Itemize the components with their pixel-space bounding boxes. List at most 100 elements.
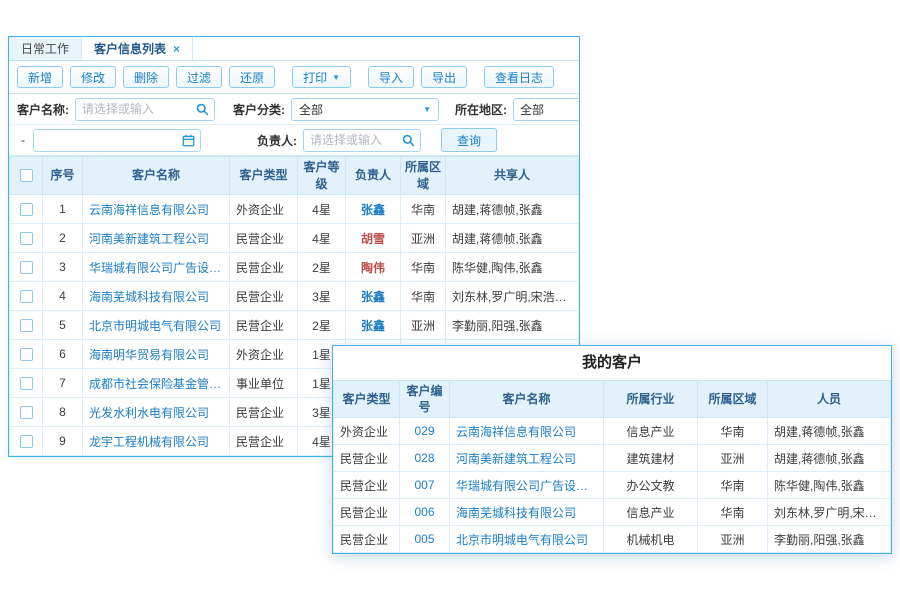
customer-type: 外资企业 xyxy=(230,195,298,224)
owner[interactable]: 张鑫 xyxy=(346,311,401,340)
row-no: 2 xyxy=(43,224,83,253)
add-button[interactable]: 新增 xyxy=(17,66,63,88)
region: 华南 xyxy=(401,282,446,311)
my-customer-row[interactable]: 民营企业 006 海南芜城科技有限公司 信息产业 华南 刘东林,罗广明,宋浩然.… xyxy=(334,499,891,526)
header-owner: 负责人 xyxy=(346,157,401,195)
filter-row-2: - 负责人: 查询 xyxy=(9,125,579,156)
close-tab-icon[interactable]: × xyxy=(173,42,180,56)
header-region: 所属区域 xyxy=(698,381,768,418)
district-input[interactable] xyxy=(513,98,579,121)
owner[interactable]: 陶伟 xyxy=(346,253,401,282)
my-customer-row[interactable]: 外资企业 029 云南海祥信息有限公司 信息产业 华南 胡建,蒋德帧,张鑫 xyxy=(334,418,891,445)
customer-type: 外资企业 xyxy=(334,418,400,445)
my-customer-row[interactable]: 民营企业 007 华瑞城有限公司广告设计部 办公文教 华南 陈华健,陶伟,张鑫 xyxy=(334,472,891,499)
customer-type: 民营企业 xyxy=(334,526,400,553)
customer-type: 民营企业 xyxy=(230,427,298,456)
table-row[interactable]: 4 海南芜城科技有限公司 民营企业 3星 张鑫 华南 刘东林,罗广明,宋浩然,张… xyxy=(10,282,579,311)
customer-code[interactable]: 005 xyxy=(400,526,450,553)
customer-name-link[interactable]: 云南海祥信息有限公司 xyxy=(83,195,230,224)
my-customer-row[interactable]: 民营企业 005 北京市明城电气有限公司 机械机电 亚洲 李勤丽,阳强,张鑫 xyxy=(334,526,891,553)
table-row[interactable]: 5 北京市明城电气有限公司 民营企业 2星 张鑫 亚洲 李勤丽,阳强,张鑫 xyxy=(10,311,579,340)
industry: 机械机电 xyxy=(604,526,698,553)
customer-name-link[interactable]: 云南海祥信息有限公司 xyxy=(450,418,604,445)
date-input[interactable] xyxy=(33,129,201,152)
customer-type: 民营企业 xyxy=(230,253,298,282)
tab-customer-list[interactable]: 客户信息列表 × xyxy=(82,37,193,60)
view-log-button[interactable]: 查看日志 xyxy=(484,66,554,88)
customer-level: 4星 xyxy=(298,224,346,253)
customer-code[interactable]: 029 xyxy=(400,418,450,445)
customer-type: 事业单位 xyxy=(230,369,298,398)
customer-name-label: 客户名称: xyxy=(17,101,69,118)
my-customer-row[interactable]: 民营企业 028 河南美新建筑工程公司 建筑建材 亚洲 胡建,蒋德帧,张鑫 xyxy=(334,445,891,472)
industry: 办公文教 xyxy=(604,472,698,499)
shared-people: 陈华健,陶伟,张鑫 xyxy=(446,253,579,282)
search-icon[interactable] xyxy=(402,134,415,147)
query-button[interactable]: 查询 xyxy=(441,128,497,152)
row-checkbox[interactable] xyxy=(20,261,33,274)
select-all-checkbox[interactable] xyxy=(20,169,33,182)
filter-button[interactable]: 过滤 xyxy=(176,66,222,88)
district-label: 所在地区: xyxy=(455,101,507,118)
customer-name-link[interactable]: 海南明华贸易有限公司 xyxy=(83,340,230,369)
header-no: 序号 xyxy=(43,157,83,195)
region: 华南 xyxy=(401,195,446,224)
customer-code[interactable]: 007 xyxy=(400,472,450,499)
row-checkbox[interactable] xyxy=(20,319,33,332)
table-row[interactable]: 3 华瑞城有限公司广告设计部 民营企业 2星 陶伟 华南 陈华健,陶伟,张鑫 xyxy=(10,253,579,282)
customer-category-label: 客户分类: xyxy=(233,101,285,118)
customer-type: 民营企业 xyxy=(334,445,400,472)
customer-name-link[interactable]: 海南芜城科技有限公司 xyxy=(83,282,230,311)
customer-name-link[interactable]: 海南芜城科技有限公司 xyxy=(450,499,604,526)
row-checkbox[interactable] xyxy=(20,232,33,245)
customer-code[interactable]: 006 xyxy=(400,499,450,526)
owner[interactable]: 张鑫 xyxy=(346,282,401,311)
table-row[interactable]: 2 河南美新建筑工程公司 民营企业 4星 胡雪 亚洲 胡建,蒋德帧,张鑫 xyxy=(10,224,579,253)
customer-name-link[interactable]: 成都市社会保险基金管理... xyxy=(83,369,230,398)
row-checkbox[interactable] xyxy=(20,348,33,361)
staff: 胡建,蒋德帧,张鑫 xyxy=(768,445,891,472)
row-no: 1 xyxy=(43,195,83,224)
customer-name-link[interactable]: 河南美新建筑工程公司 xyxy=(450,445,604,472)
customer-level: 2星 xyxy=(298,253,346,282)
row-checkbox[interactable] xyxy=(20,406,33,419)
customer-category-select[interactable]: 全部 ▼ xyxy=(291,98,439,121)
table-header-row: 客户类型 客户编号 客户名称 所属行业 所属区域 人员 xyxy=(334,381,891,418)
tab-daily-work[interactable]: 日常工作 xyxy=(9,37,82,60)
table-row[interactable]: 1 云南海祥信息有限公司 外资企业 4星 张鑫 华南 胡建,蒋德帧,张鑫 xyxy=(10,195,579,224)
customer-name-link[interactable]: 北京市明城电气有限公司 xyxy=(450,526,604,553)
customer-name-link[interactable]: 北京市明城电气有限公司 xyxy=(83,311,230,340)
region: 亚洲 xyxy=(698,526,768,553)
region: 亚洲 xyxy=(698,445,768,472)
import-button[interactable]: 导入 xyxy=(368,66,414,88)
row-checkbox[interactable] xyxy=(20,290,33,303)
delete-button[interactable]: 删除 xyxy=(123,66,169,88)
owner[interactable]: 胡雪 xyxy=(346,224,401,253)
calendar-icon[interactable] xyxy=(182,134,195,147)
customer-name-input[interactable] xyxy=(75,98,215,121)
edit-button[interactable]: 修改 xyxy=(70,66,116,88)
my-customers-title: 我的客户 xyxy=(333,346,891,380)
customer-name-link[interactable]: 河南美新建筑工程公司 xyxy=(83,224,230,253)
print-button[interactable]: 打印 ▼ xyxy=(292,66,351,88)
customer-name-link[interactable]: 龙宇工程机械有限公司 xyxy=(83,427,230,456)
customer-name-link[interactable]: 华瑞城有限公司广告设计部 xyxy=(450,472,604,499)
row-checkbox[interactable] xyxy=(20,435,33,448)
customer-name-link[interactable]: 华瑞城有限公司广告设计部 xyxy=(83,253,230,282)
search-icon[interactable] xyxy=(196,103,209,116)
industry: 信息产业 xyxy=(604,418,698,445)
owner[interactable]: 张鑫 xyxy=(346,195,401,224)
customer-code[interactable]: 028 xyxy=(400,445,450,472)
staff: 李勤丽,阳强,张鑫 xyxy=(768,526,891,553)
customer-type: 民营企业 xyxy=(334,472,400,499)
row-checkbox[interactable] xyxy=(20,203,33,216)
customer-name-link[interactable]: 光发水利水电有限公司 xyxy=(83,398,230,427)
region: 华南 xyxy=(698,418,768,445)
row-checkbox[interactable] xyxy=(20,377,33,390)
export-button[interactable]: 导出 xyxy=(421,66,467,88)
shared-people: 胡建,蒋德帧,张鑫 xyxy=(446,224,579,253)
customer-type: 民营企业 xyxy=(230,224,298,253)
chevron-down-icon: ▼ xyxy=(423,105,431,114)
restore-button[interactable]: 还原 xyxy=(229,66,275,88)
staff: 刘东林,罗广明,宋浩然... xyxy=(768,499,891,526)
